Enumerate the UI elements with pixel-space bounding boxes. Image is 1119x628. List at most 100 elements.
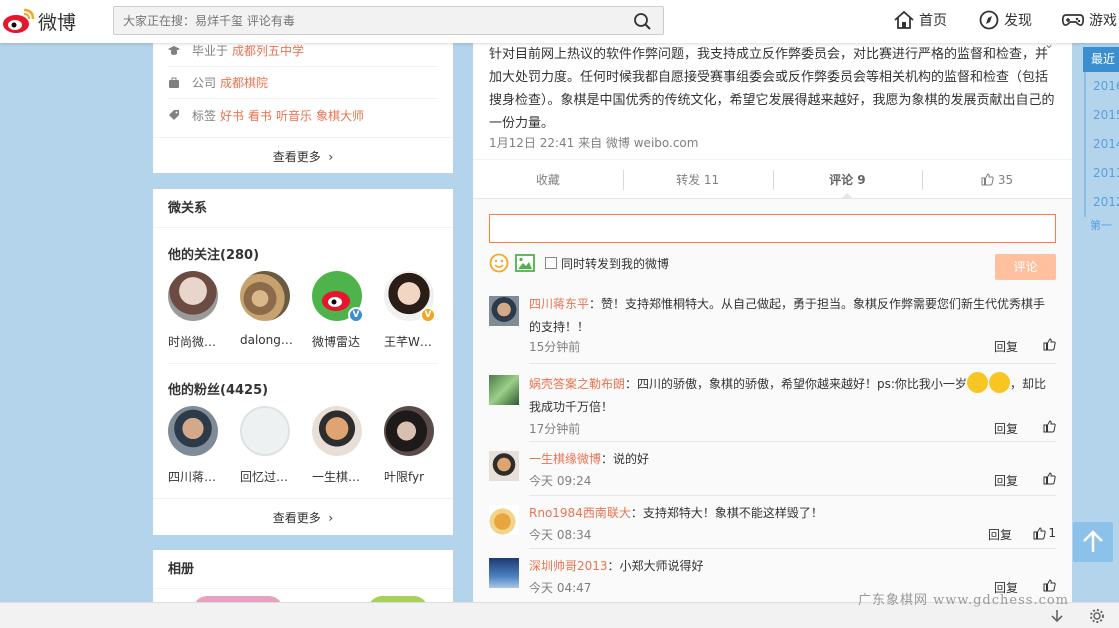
nav-discover[interactable]: 发现 [978, 10, 1032, 30]
favorite-button[interactable]: 收藏 [473, 160, 623, 198]
comment-text: ：小郑大师说得好 [607, 559, 704, 573]
info-more-button[interactable]: 查看更多 › [153, 137, 453, 175]
comment-user[interactable]: 一生棋缘微博 [529, 452, 601, 466]
avatar [312, 406, 362, 456]
comment-user[interactable]: 四川蒋东平 [529, 297, 589, 311]
search-icon[interactable] [633, 12, 653, 30]
fan-name: 叶限fyr [384, 470, 425, 484]
timeline-first[interactable]: 第一 [1083, 217, 1119, 233]
thumbs-up-icon [981, 173, 994, 186]
comment-user[interactable]: Rno1984西南联大 [529, 506, 631, 520]
fan-user[interactable]: 一生棋… [312, 406, 384, 485]
checkbox-box[interactable] [545, 257, 557, 269]
like-button[interactable]: 35 [922, 160, 1072, 198]
nav-game[interactable]: 游戏 [1061, 10, 1117, 30]
timeline-latest[interactable]: 最近 [1083, 47, 1119, 72]
following-user[interactable]: V 微博雷达 [312, 271, 384, 350]
comment-like-count: 1 [1048, 526, 1056, 540]
fan-user[interactable]: 叶限fyr [384, 406, 456, 485]
like-count: 35 [997, 173, 1014, 187]
tag-link[interactable]: 象棋大师 [316, 107, 364, 124]
post-meta[interactable]: 1月12日 22:41 来自 微博 weibo.com [489, 134, 698, 151]
school-link[interactable]: 成都列五中学 [232, 42, 304, 59]
album-card: 相册 [153, 550, 453, 610]
fan-user[interactable]: 四川蒋… [168, 406, 240, 485]
reply-button[interactable]: 回复 [988, 526, 1012, 543]
timeline-year[interactable]: 2013 [1084, 159, 1119, 188]
comment-divider [529, 548, 1056, 549]
following-user[interactable]: dalong… [240, 271, 312, 350]
company-row: 公司 成都棋院 [168, 67, 438, 99]
comment-body: Rno1984西南联大：支持郑特大！象棋不能这样毁了！ [529, 502, 1056, 525]
comment-like-button[interactable] [1043, 472, 1056, 485]
following-title[interactable]: 他的关注(280) [168, 244, 259, 263]
fan-name: 四川蒋… [168, 470, 217, 484]
comment-time: 15分钟前 [529, 340, 581, 354]
relations-title: 微关系 [153, 189, 453, 228]
home-icon [894, 10, 914, 29]
comment-time: 今天 04:47 [529, 581, 592, 595]
comment-label: 评论 9 [829, 173, 866, 187]
verified-badge-icon: V [348, 307, 364, 323]
avatar [168, 406, 218, 456]
avatar[interactable] [489, 505, 519, 535]
watermark: 广东象棋网 www.gdchess.com [858, 593, 1070, 608]
following-user[interactable]: V 王芊W… [384, 271, 456, 350]
comment-like-button[interactable] [1043, 420, 1056, 433]
comment-user[interactable]: 深圳帅哥2013 [529, 559, 608, 573]
nav-home[interactable]: 首页 [893, 10, 947, 30]
back-to-top-button[interactable] [1073, 522, 1113, 562]
fan-user[interactable]: 回忆过… [240, 406, 312, 485]
thumbs-up-icon [1043, 420, 1056, 433]
following-user[interactable]: 时尚微… [168, 271, 240, 350]
reply-button[interactable]: 回复 [994, 472, 1018, 489]
download-icon[interactable] [1048, 608, 1066, 624]
timeline-year[interactable]: 2015 [1084, 101, 1119, 130]
timeline-year[interactable]: 2012 [1084, 188, 1119, 217]
briefcase-icon [168, 77, 180, 89]
search-input[interactable] [114, 7, 614, 34]
search-box[interactable] [113, 6, 664, 35]
comment-like-button[interactable] [1043, 338, 1056, 351]
comment-time: 17分钟前 [529, 422, 581, 436]
comment-body: 深圳帅哥2013：小郑大师说得好 [529, 555, 1056, 578]
repost-button[interactable]: 转发 11 [622, 160, 773, 198]
avatar[interactable] [489, 296, 519, 326]
fan-name: 一生棋… [312, 470, 361, 484]
emoji-icon[interactable] [489, 253, 509, 273]
tag-link[interactable]: 好书 [220, 107, 244, 124]
reply-button[interactable]: 回复 [994, 420, 1018, 437]
repost-checkbox[interactable]: 同时转发到我的微博 [545, 255, 669, 272]
divider [168, 363, 438, 364]
timeline-year[interactable]: 2016 [1084, 72, 1119, 101]
reply-button[interactable]: 回复 [994, 338, 1018, 355]
following-list: 时尚微… dalong… V 微博雷达 V 王芊W… [168, 271, 456, 350]
gamepad-icon [1061, 14, 1085, 26]
avatar [384, 406, 434, 456]
avatar[interactable] [489, 558, 519, 588]
avatar[interactable] [489, 375, 519, 405]
nav-home-label: 首页 [919, 13, 947, 29]
tag-link[interactable]: 看书 [248, 107, 272, 124]
relations-more-label: 查看更多 [272, 511, 321, 525]
timeline-year[interactable]: 2014 [1084, 130, 1119, 159]
avatar [168, 271, 218, 321]
comment-body: 四川蒋东平：赞！支持郑惟桐特大。从自己做起，勇于担当。象棋反作弊需要您们新生代优… [529, 293, 1056, 339]
comment-button[interactable]: 评论 9 [772, 160, 923, 199]
year-timeline: 最近 2016 2015 2014 2013 2012 第一 [1083, 47, 1119, 233]
album-title: 相册 [153, 550, 453, 589]
weibo-logo[interactable]: 微博 [2, 4, 92, 36]
gear-icon[interactable] [1088, 608, 1106, 624]
comment-user[interactable]: 娲壳答案之勒布朗 [529, 377, 625, 391]
comment-input[interactable] [489, 214, 1056, 243]
post-actions: 收藏 转发 11 评论 9 35 [473, 159, 1072, 199]
image-icon[interactable] [515, 254, 535, 272]
relations-more-button[interactable]: 查看更多 › [153, 498, 453, 536]
comment-like-button[interactable]: 1 [1033, 526, 1056, 540]
avatar [240, 271, 290, 321]
submit-comment-button[interactable]: 评论 [995, 254, 1056, 280]
tag-link[interactable]: 听音乐 [276, 107, 312, 124]
fans-title[interactable]: 他的粉丝(4425) [168, 379, 268, 398]
company-link[interactable]: 成都棋院 [220, 74, 268, 91]
avatar[interactable] [489, 451, 519, 481]
